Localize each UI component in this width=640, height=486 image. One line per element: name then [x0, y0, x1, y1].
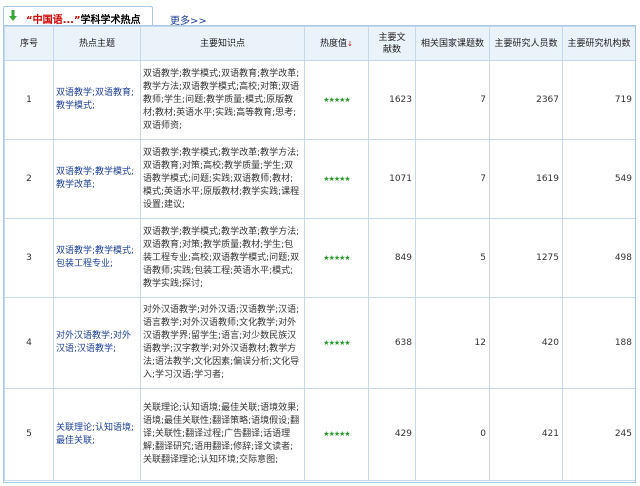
table-row: 5 关联理论;认知语境;最佳关联; 关联理论;认知语境;最佳关联;语境效果;语境…	[4, 388, 635, 481]
cell-projects: 7	[415, 139, 490, 219]
tab-label: “中国语...”学科学术热点	[26, 11, 141, 26]
cell-projects: 0	[415, 388, 490, 481]
cell-topic-link[interactable]: 关联理论;认知语境;最佳关联;	[53, 388, 141, 481]
header-heat-label: 热度值	[320, 38, 348, 49]
table-row: 2 双语教学;教学模式;教学改革; 双语教学;教学模式;教学改革;教学方法;双语…	[4, 139, 635, 219]
heat-stars-icon: ★★★★★	[304, 218, 369, 298]
cell-institutions: 245	[562, 388, 635, 481]
cell-researchers: 2367	[489, 60, 563, 140]
hotspot-table: 序号 热点主题 主要知识点 热度值↓ 主要文献数 相关国家课题数 主要研究人员数…	[4, 26, 635, 481]
cell-docs: 849	[368, 218, 416, 298]
cell-researchers: 421	[489, 388, 563, 481]
header-researchers: 主要研究人员数	[489, 26, 563, 61]
table-row: 1 双语教学;双语教育;教学模式; 双语教学;教学模式;双语教育;教学改革;教学…	[4, 60, 635, 140]
header-projects: 相关国家课题数	[415, 26, 490, 61]
heat-stars-icon: ★★★★★	[304, 139, 369, 219]
cell-knowledge: 双语教学;教学模式;教学改革;教学方法;双语教育;对策;教学质量;教材;学生;包…	[140, 218, 305, 298]
cell-seq: 1	[4, 60, 54, 140]
cell-docs: 429	[368, 388, 416, 481]
cell-seq: 2	[4, 139, 54, 219]
header-seq: 序号	[4, 26, 54, 61]
heat-stars-icon: ★★★★★	[304, 297, 369, 389]
cell-knowledge: 对外汉语教学;对外汉语;汉语教学;汉语;语言教学;对外汉语教师;文化教学;对外汉…	[140, 297, 305, 389]
header-topic: 热点主题	[53, 26, 141, 61]
cell-projects: 5	[415, 218, 490, 298]
cell-institutions: 549	[562, 139, 635, 219]
cell-projects: 7	[415, 60, 490, 140]
cell-researchers: 1275	[489, 218, 563, 298]
cell-researchers: 1619	[489, 139, 563, 219]
cell-seq: 4	[4, 297, 54, 389]
cell-projects: 12	[415, 297, 490, 389]
download-arrow-icon	[9, 10, 17, 21]
hotspot-table-container: 序号 热点主题 主要知识点 热度值↓ 主要文献数 相关国家课题数 主要研究人员数…	[3, 25, 636, 483]
heat-stars-icon: ★★★★★	[304, 388, 369, 481]
cell-topic-link[interactable]: 双语教学;双语教育;教学模式;	[53, 60, 141, 140]
cell-topic-link[interactable]: 对外汉语教学;对外汉语;汉语教学;	[53, 297, 141, 389]
cell-researchers: 420	[489, 297, 563, 389]
header-knowledge: 主要知识点	[140, 26, 305, 61]
table-row: 3 双语教学;教学模式;包装工程专业; 双语教学;教学模式;教学改革;教学方法;…	[4, 218, 635, 298]
sort-arrow-icon: ↓	[347, 39, 353, 48]
table-header-row: 序号 热点主题 主要知识点 热度值↓ 主要文献数 相关国家课题数 主要研究人员数…	[4, 26, 635, 61]
tab-academic-hotspots[interactable]: “中国语...”学科学术热点	[3, 6, 153, 26]
cell-seq: 3	[4, 218, 54, 298]
cell-institutions: 498	[562, 218, 635, 298]
cell-knowledge: 双语教学;教学模式;教学改革;教学方法;双语教育;对策;高校;教学质量;学生;双…	[140, 139, 305, 219]
cell-institutions: 188	[562, 297, 635, 389]
cell-topic-link[interactable]: 双语教学;教学模式;包装工程专业;	[53, 218, 141, 298]
cell-docs: 1071	[368, 139, 416, 219]
cell-knowledge: 双语教学;教学模式;双语教育;教学改革;教学方法;双语教学模式;高校;对策;双语…	[140, 60, 305, 140]
table-row: 4 对外汉语教学;对外汉语;汉语教学; 对外汉语教学;对外汉语;汉语教学;汉语;…	[4, 297, 635, 389]
header-heat[interactable]: 热度值↓	[304, 26, 369, 61]
cell-docs: 638	[368, 297, 416, 389]
heat-stars-icon: ★★★★★	[304, 60, 369, 140]
cell-topic-link[interactable]: 双语教学;教学模式;教学改革;	[53, 139, 141, 219]
header-institutions: 主要研究机构数	[562, 26, 635, 61]
cell-docs: 1623	[368, 60, 416, 140]
cell-institutions: 719	[562, 60, 635, 140]
tab-bar: “中国语...”学科学术热点 更多>>	[0, 0, 640, 27]
cell-knowledge: 关联理论;认知语境;最佳关联;语境效果;语境;最佳关联性;翻译策略;语境假设;翻…	[140, 388, 305, 481]
header-docs: 主要文献数	[368, 26, 416, 61]
cell-seq: 5	[4, 388, 54, 481]
